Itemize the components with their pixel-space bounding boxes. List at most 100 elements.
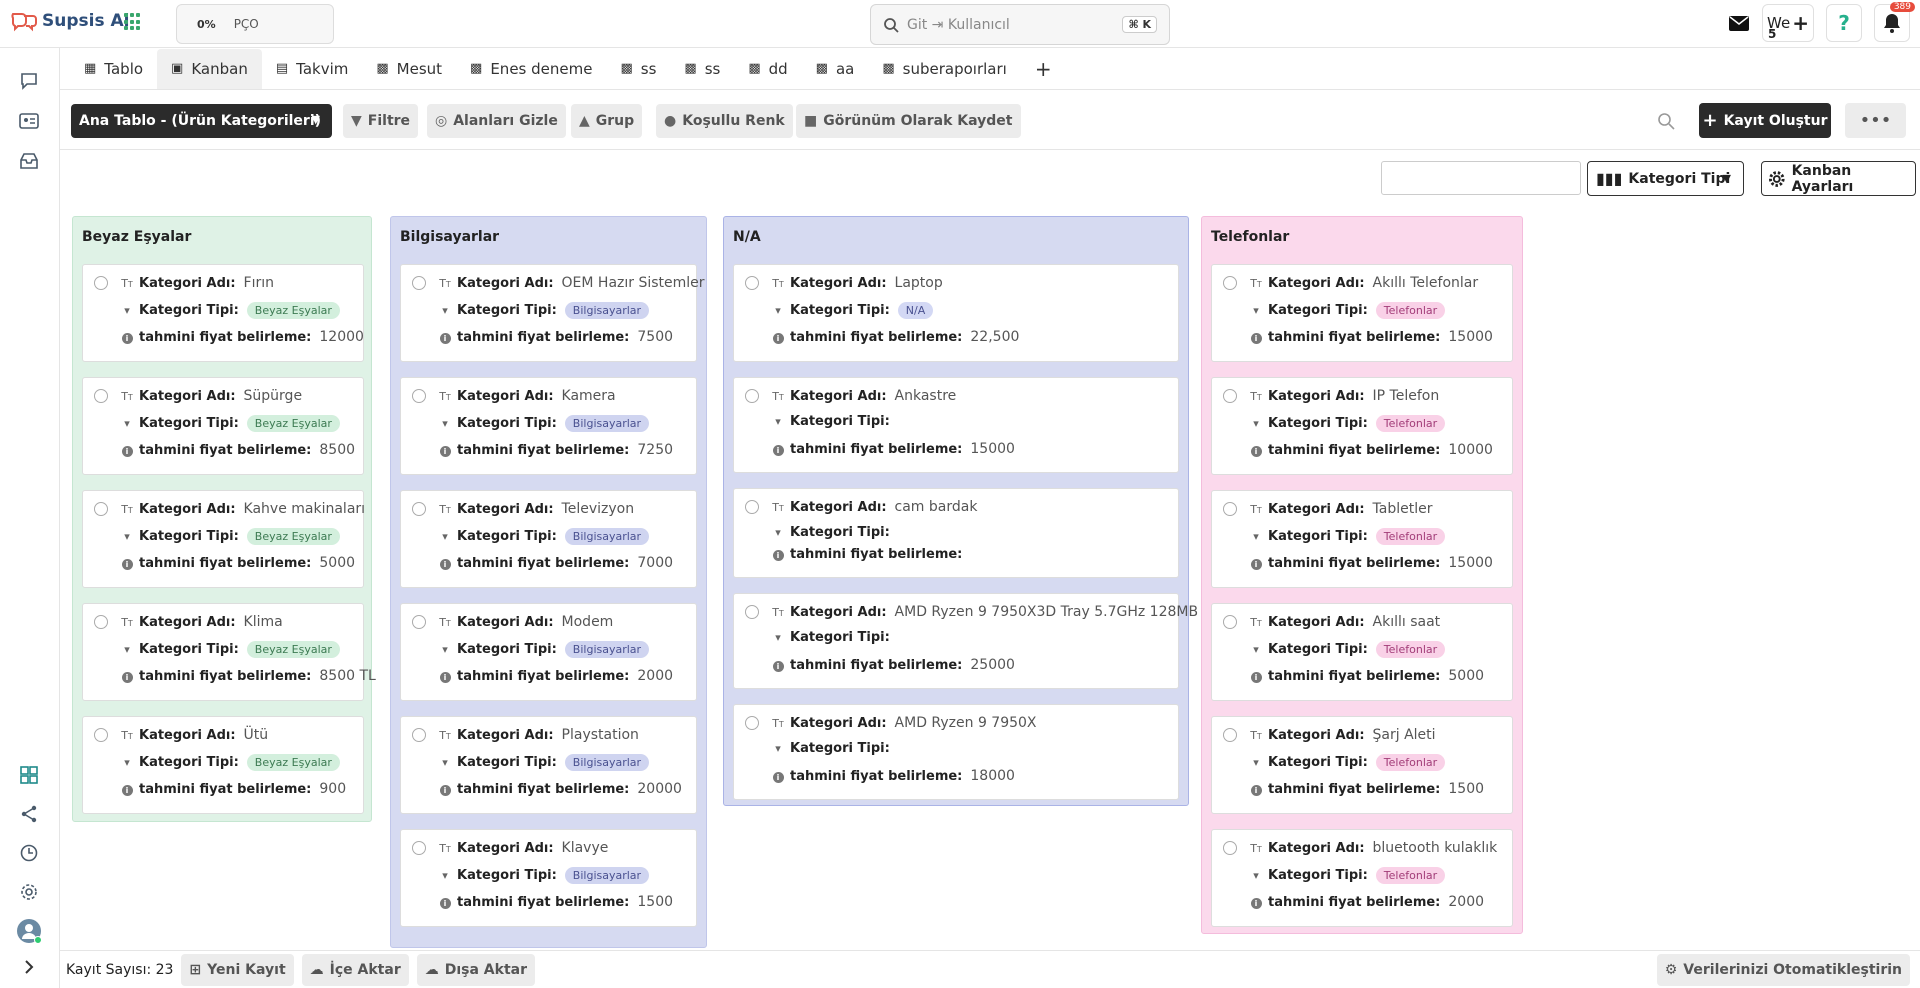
info-icon: i: [1250, 670, 1262, 683]
kanban-card[interactable]: TT Kategori Adı: Süpürge ▾ Kategori Tipi: Bey…: [82, 377, 364, 475]
ellipsis-icon: •••: [1859, 110, 1892, 131]
workspace-selector[interactable]: 0% PÇO: [176, 4, 334, 44]
dashboard-icon[interactable]: [18, 764, 40, 786]
notification-count: 389: [1889, 2, 1915, 12]
kanban-card[interactable]: TT Kategori Adı: Modem ▾ Kategori Tipi: Bilgi…: [400, 603, 697, 701]
tab-4[interactable]: ▩ Enes deneme: [456, 49, 606, 89]
card-select-radio[interactable]: [745, 276, 759, 290]
card-select-radio[interactable]: [745, 716, 759, 730]
field-label: tahmini fiyat belirleme:: [1268, 555, 1441, 571]
card-select-radio[interactable]: [745, 605, 759, 619]
field-label: Kategori Tipi:: [139, 416, 239, 431]
conditional-color-button[interactable]: ● Koşullu Renk: [656, 104, 793, 138]
automate-button[interactable]: ⚙ Verilerinizi Otomatikleştirin: [1656, 954, 1910, 986]
add-tab-button[interactable]: +: [1021, 49, 1066, 89]
contacts-icon[interactable]: [18, 110, 40, 132]
kanban-card[interactable]: TT Kategori Adı: Akıllı saat ▾ Kategori Tipi…: [1211, 603, 1513, 701]
share-icon[interactable]: [18, 803, 40, 825]
create-record-button[interactable]: + Kayıt Oluştur: [1699, 103, 1831, 138]
chat-icon[interactable]: [18, 70, 40, 92]
tab-7[interactable]: ▩ dd: [734, 49, 801, 89]
card-select-radio[interactable]: [1223, 502, 1237, 516]
card-select-radio[interactable]: [745, 389, 759, 403]
clock-icon[interactable]: [18, 842, 40, 864]
kanban-card[interactable]: TT Kategori Adı: Kamera ▾ Kategori Tipi: Bilg…: [400, 377, 697, 475]
tab-9[interactable]: ▩ suberapoırları: [868, 49, 1020, 89]
card-select-radio[interactable]: [412, 728, 426, 742]
card-select-radio[interactable]: [1223, 841, 1237, 855]
card-select-radio[interactable]: [1223, 728, 1237, 742]
card-select-radio[interactable]: [1223, 615, 1237, 629]
card-select-radio[interactable]: [412, 502, 426, 516]
kanban-card[interactable]: TT Kategori Adı: Kahve makinaları ▾ Kategori…: [82, 490, 365, 588]
kanban-card[interactable]: TT Kategori Adı: AMD Ryzen 9 7950X3D Tray …: [733, 593, 1198, 689]
filter-button[interactable]: ▼ Filtre: [343, 104, 419, 138]
kanban-card[interactable]: TT Kategori Adı: bluetooth kulaklık ▾ Katego…: [1211, 829, 1513, 927]
import-button[interactable]: ☁ İçe Aktar: [301, 953, 409, 986]
kanban-card[interactable]: TT Kategori Adı: Ütü ▾ Kategori Tipi: Beyaz E…: [82, 716, 364, 814]
kanban-card[interactable]: TT Kategori Adı: Klima ▾ Kategori Tipi: Beyaz…: [82, 603, 376, 701]
kanban-card[interactable]: TT Kategori Adı: Şarj Aleti ▾ Kategori Tipi:…: [1211, 716, 1513, 814]
inbox-icon[interactable]: [18, 150, 40, 172]
card-field-row: i tahmini fiyat belirleme: 25000: [772, 657, 1015, 673]
card-select-radio[interactable]: [94, 502, 108, 516]
field-value: 5000: [1448, 668, 1485, 684]
board-icon: ▩: [620, 61, 633, 76]
card-select-radio[interactable]: [1223, 276, 1237, 290]
card-select-radio[interactable]: [94, 389, 108, 403]
settings-icon[interactable]: [18, 881, 40, 903]
tab-6[interactable]: ▩ ss: [670, 49, 734, 89]
user-menu-button[interactable]: We + 5: [1762, 4, 1814, 42]
kanban-card[interactable]: TT Kategori Adı: IP Telefon ▾ Kategori Tipi:…: [1211, 377, 1513, 475]
chevron-down-icon: ▾: [124, 530, 130, 543]
kanban-card[interactable]: TT Kategori Adı: Televizyon ▾ Kategori Tipi:…: [400, 490, 697, 588]
tab-0[interactable]: ▦ Tablo: [70, 49, 157, 89]
hide-fields-button[interactable]: ◎ Alanları Gizle: [427, 104, 566, 138]
card-select-radio[interactable]: [412, 841, 426, 855]
card-select-radio[interactable]: [412, 276, 426, 290]
card-select-radio[interactable]: [745, 500, 759, 514]
card-select-radio[interactable]: [412, 389, 426, 403]
text-field-icon: TT: [121, 615, 133, 629]
kanban-card[interactable]: TT Kategori Adı: Fırın ▾ Kategori Tipi: Beyaz…: [82, 264, 364, 362]
tab-3[interactable]: ▩ Mesut: [362, 49, 456, 89]
kanban-card[interactable]: TT Kategori Adı: Playstation ▾ Kategori Tipi…: [400, 716, 697, 814]
tab-5[interactable]: ▩ ss: [606, 49, 670, 89]
kanban-card[interactable]: TT Kategori Adı: Klavye ▾ Kategori Tipi: Bilg…: [400, 829, 697, 927]
search-icon[interactable]: [1657, 112, 1675, 134]
new-record-button[interactable]: ⊞ Yeni Kayıt: [181, 953, 294, 986]
kanban-card[interactable]: TT Kategori Adı: Ankastre ▾ Kategori Tipi: i t…: [733, 377, 1179, 473]
global-search[interactable]: Git ⇥ Kullanıcıl ⌘ K: [870, 4, 1170, 45]
kanban-card[interactable]: TT Kategori Adı: Laptop ▾ Kategori Tipi: N/A i…: [733, 264, 1179, 362]
kanban-settings-button[interactable]: Kanban Ayarları: [1761, 161, 1916, 196]
card-select-radio[interactable]: [94, 615, 108, 629]
group-button[interactable]: ▲ Grup: [571, 104, 643, 138]
card-select-radio[interactable]: [94, 728, 108, 742]
kanban-card[interactable]: TT Kategori Adı: cam bardak ▾ Kategori Tipi:…: [733, 488, 1179, 578]
more-options-button[interactable]: •••: [1845, 103, 1906, 138]
kanban-search-input[interactable]: [1381, 161, 1581, 195]
expand-chevron-icon[interactable]: [18, 956, 40, 978]
apps-grid-icon[interactable]: [124, 13, 142, 31]
card-field-row: TT Kategori Adı: AMD Ryzen 9 7950X: [772, 715, 1036, 731]
mail-icon[interactable]: [1728, 12, 1750, 34]
card-select-radio[interactable]: [94, 276, 108, 290]
card-select-radio[interactable]: [1223, 389, 1237, 403]
notifications-button[interactable]: 389: [1874, 2, 1915, 42]
group-by-select[interactable]: ▮▮▮ Kategori Tipi ▼: [1587, 161, 1744, 196]
avatar[interactable]: [16, 918, 42, 944]
save-view-button[interactable]: ■ Görünüm Olarak Kaydet: [796, 104, 1021, 138]
help-button[interactable]: ?: [1826, 4, 1862, 42]
tab-2[interactable]: ▤ Takvim: [262, 49, 363, 89]
kanban-card[interactable]: TT Kategori Adı: OEM Hazır Sistemler ▾ Kateg…: [400, 264, 705, 362]
tab-8[interactable]: ▩ aa: [802, 49, 869, 89]
table-select[interactable]: Ana Tablo - (Ürün Kategorileri) ▼: [71, 104, 332, 138]
export-button[interactable]: ☁ Dışa Aktar: [416, 953, 535, 986]
tab-1[interactable]: ▣ Kanban: [157, 48, 262, 89]
kanban-card[interactable]: TT Kategori Adı: AMD Ryzen 9 7950X ▾ Kategor…: [733, 704, 1179, 800]
kanban-card[interactable]: TT Kategori Adı: Akıllı Telefonlar ▾ Kategor…: [1211, 264, 1513, 362]
card-select-radio[interactable]: [412, 615, 426, 629]
app-logo[interactable]: Supsis Ai: [10, 10, 129, 32]
field-label: Kategori Tipi:: [457, 303, 557, 318]
kanban-card[interactable]: TT Kategori Adı: Tabletler ▾ Kategori Tipi: T…: [1211, 490, 1513, 588]
